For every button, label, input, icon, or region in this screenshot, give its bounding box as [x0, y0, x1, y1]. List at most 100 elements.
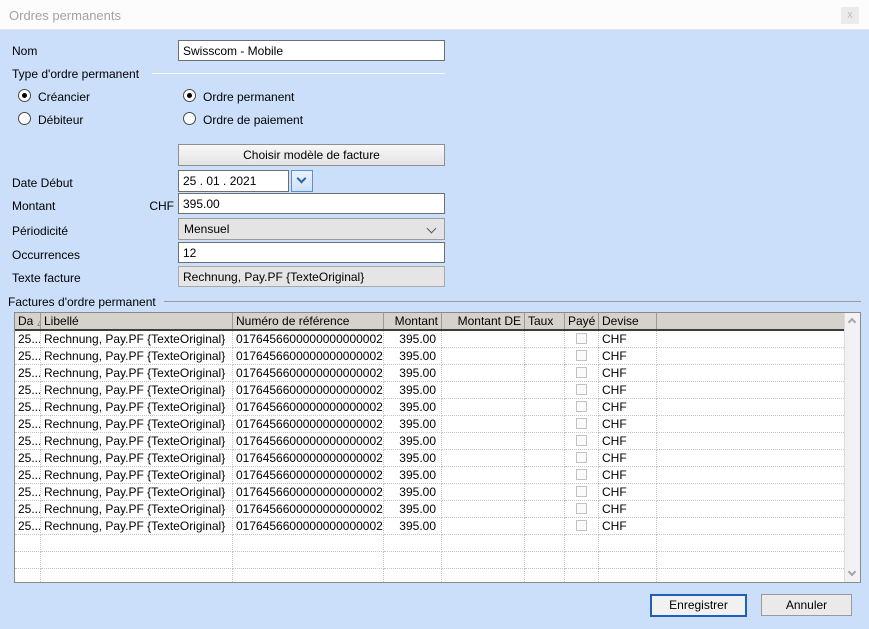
montant-label: Montant: [12, 199, 55, 213]
column-header-paye[interactable]: Payé: [565, 313, 599, 329]
invoices-group-line: [164, 301, 861, 302]
cell-montant: 395.00: [384, 518, 442, 535]
table-row[interactable]: 25.... Rechnung, Pay.PF {TexteOriginal} …: [15, 416, 844, 433]
cell-taux: [525, 535, 565, 552]
paye-checkbox[interactable]: [576, 469, 587, 480]
vertical-scrollbar[interactable]: [844, 313, 860, 582]
radio-ordre-permanent-label[interactable]: Ordre permanent: [203, 90, 294, 104]
cell-libelle: Rechnung, Pay.PF {TexteOriginal}: [41, 399, 233, 416]
close-icon[interactable]: x: [841, 7, 859, 24]
cell-date: 25....: [15, 399, 41, 416]
paye-checkbox[interactable]: [576, 520, 587, 531]
cell-filler: [657, 535, 844, 552]
table-row[interactable]: 25.... Rechnung, Pay.PF {TexteOriginal} …: [15, 467, 844, 484]
cell-reference: 0176456600000000000002...: [233, 433, 384, 450]
table-row[interactable]: 25.... Rechnung, Pay.PF {TexteOriginal} …: [15, 399, 844, 416]
cell-montant-de: [442, 552, 525, 569]
scroll-down-button[interactable]: [845, 566, 861, 582]
column-header-devise[interactable]: Devise: [599, 313, 657, 329]
paye-checkbox[interactable]: [576, 384, 587, 395]
cell-montant-de: [442, 450, 525, 467]
paye-checkbox[interactable]: [576, 367, 587, 378]
save-button[interactable]: Enregistrer: [650, 594, 747, 617]
paye-checkbox[interactable]: [576, 418, 587, 429]
paye-checkbox[interactable]: [576, 503, 587, 514]
cell-montant: 395.00: [384, 348, 442, 365]
cell-reference: 0176456600000000000002...: [233, 331, 384, 348]
paye-checkbox[interactable]: [576, 401, 587, 412]
chevron-down-icon: [427, 224, 437, 234]
column-header-libelle[interactable]: Libellé: [41, 313, 233, 329]
column-header-montant-de[interactable]: Montant DE: [442, 313, 525, 329]
cell-montant: 395.00: [384, 433, 442, 450]
cell-paye: [565, 569, 599, 583]
table-row[interactable]: 25.... Rechnung, Pay.PF {TexteOriginal} …: [15, 365, 844, 382]
cell-montant: 395.00: [384, 416, 442, 433]
cell-montant-de: [442, 365, 525, 382]
cell-devise: CHF: [599, 382, 657, 399]
radio-ordre-paiement[interactable]: [183, 112, 196, 125]
table-row-empty: [15, 569, 844, 583]
table-row[interactable]: 25.... Rechnung, Pay.PF {TexteOriginal} …: [15, 518, 844, 535]
paye-checkbox[interactable]: [576, 333, 587, 344]
column-header-taux[interactable]: Taux: [525, 313, 565, 329]
date-debut-input[interactable]: 25 . 01 . 2021: [178, 170, 289, 192]
table-row[interactable]: 25.... Rechnung, Pay.PF {TexteOriginal} …: [15, 382, 844, 399]
cell-reference: 0176456600000000000002...: [233, 399, 384, 416]
cell-date: 25....: [15, 501, 41, 518]
paye-checkbox[interactable]: [576, 452, 587, 463]
cell-taux: [525, 433, 565, 450]
table-row[interactable]: 25.... Rechnung, Pay.PF {TexteOriginal} …: [15, 433, 844, 450]
column-header-reference[interactable]: Numéro de référence: [233, 313, 384, 329]
radio-creancier-label[interactable]: Créancier: [38, 90, 90, 104]
column-header-date[interactable]: Da△: [15, 313, 41, 329]
table-row[interactable]: 25.... Rechnung, Pay.PF {TexteOriginal} …: [15, 348, 844, 365]
cell-libelle: Rechnung, Pay.PF {TexteOriginal}: [41, 450, 233, 467]
cell-devise: CHF: [599, 331, 657, 348]
cell-date: 25....: [15, 484, 41, 501]
paye-checkbox[interactable]: [576, 486, 587, 497]
table-row[interactable]: 25.... Rechnung, Pay.PF {TexteOriginal} …: [15, 450, 844, 467]
cell-taux: [525, 467, 565, 484]
paye-checkbox[interactable]: [576, 435, 587, 446]
column-header-montant[interactable]: Montant: [384, 313, 442, 329]
cell-filler: [657, 399, 844, 416]
texte-facture-label: Texte facture: [12, 271, 81, 285]
paye-checkbox[interactable]: [576, 350, 587, 361]
texte-facture-input[interactable]: [178, 266, 445, 287]
radio-debiteur[interactable]: [18, 112, 31, 125]
cell-filler: [657, 518, 844, 535]
cell-montant: 395.00: [384, 467, 442, 484]
cell-montant-de: [442, 535, 525, 552]
occurrences-input[interactable]: [178, 242, 445, 263]
cancel-button[interactable]: Annuler: [761, 594, 852, 616]
cell-devise: CHF: [599, 348, 657, 365]
cell-reference: 0176456600000000000002...: [233, 501, 384, 518]
cell-montant: 395.00: [384, 450, 442, 467]
cell-taux: [525, 552, 565, 569]
titlebar: Ordres permanents x: [0, 0, 869, 30]
table-row[interactable]: 25.... Rechnung, Pay.PF {TexteOriginal} …: [15, 484, 844, 501]
nom-label: Nom: [12, 44, 37, 58]
scroll-up-button[interactable]: [845, 313, 861, 329]
cell-devise: CHF: [599, 450, 657, 467]
table-row[interactable]: 25.... Rechnung, Pay.PF {TexteOriginal} …: [15, 501, 844, 518]
cell-taux: [525, 399, 565, 416]
cell-filler: [657, 382, 844, 399]
cell-reference: 0176456600000000000002...: [233, 365, 384, 382]
choose-invoice-template-button[interactable]: Choisir modèle de facture: [178, 144, 445, 166]
cell-filler: [657, 450, 844, 467]
periodicite-select[interactable]: Mensuel: [178, 218, 445, 240]
radio-debiteur-label[interactable]: Débiteur: [38, 113, 83, 127]
cell-devise: [599, 552, 657, 569]
cell-montant-de: [442, 501, 525, 518]
radio-creancier[interactable]: [18, 89, 31, 102]
nom-input[interactable]: [178, 40, 445, 61]
cell-montant: [384, 569, 442, 583]
table-row[interactable]: 25.... Rechnung, Pay.PF {TexteOriginal} …: [15, 331, 844, 348]
radio-ordre-permanent[interactable]: [183, 89, 196, 102]
cell-montant-de: [442, 348, 525, 365]
date-dropdown-button[interactable]: [291, 170, 313, 192]
montant-input[interactable]: [178, 193, 445, 214]
radio-ordre-paiement-label[interactable]: Ordre de paiement: [203, 113, 303, 127]
